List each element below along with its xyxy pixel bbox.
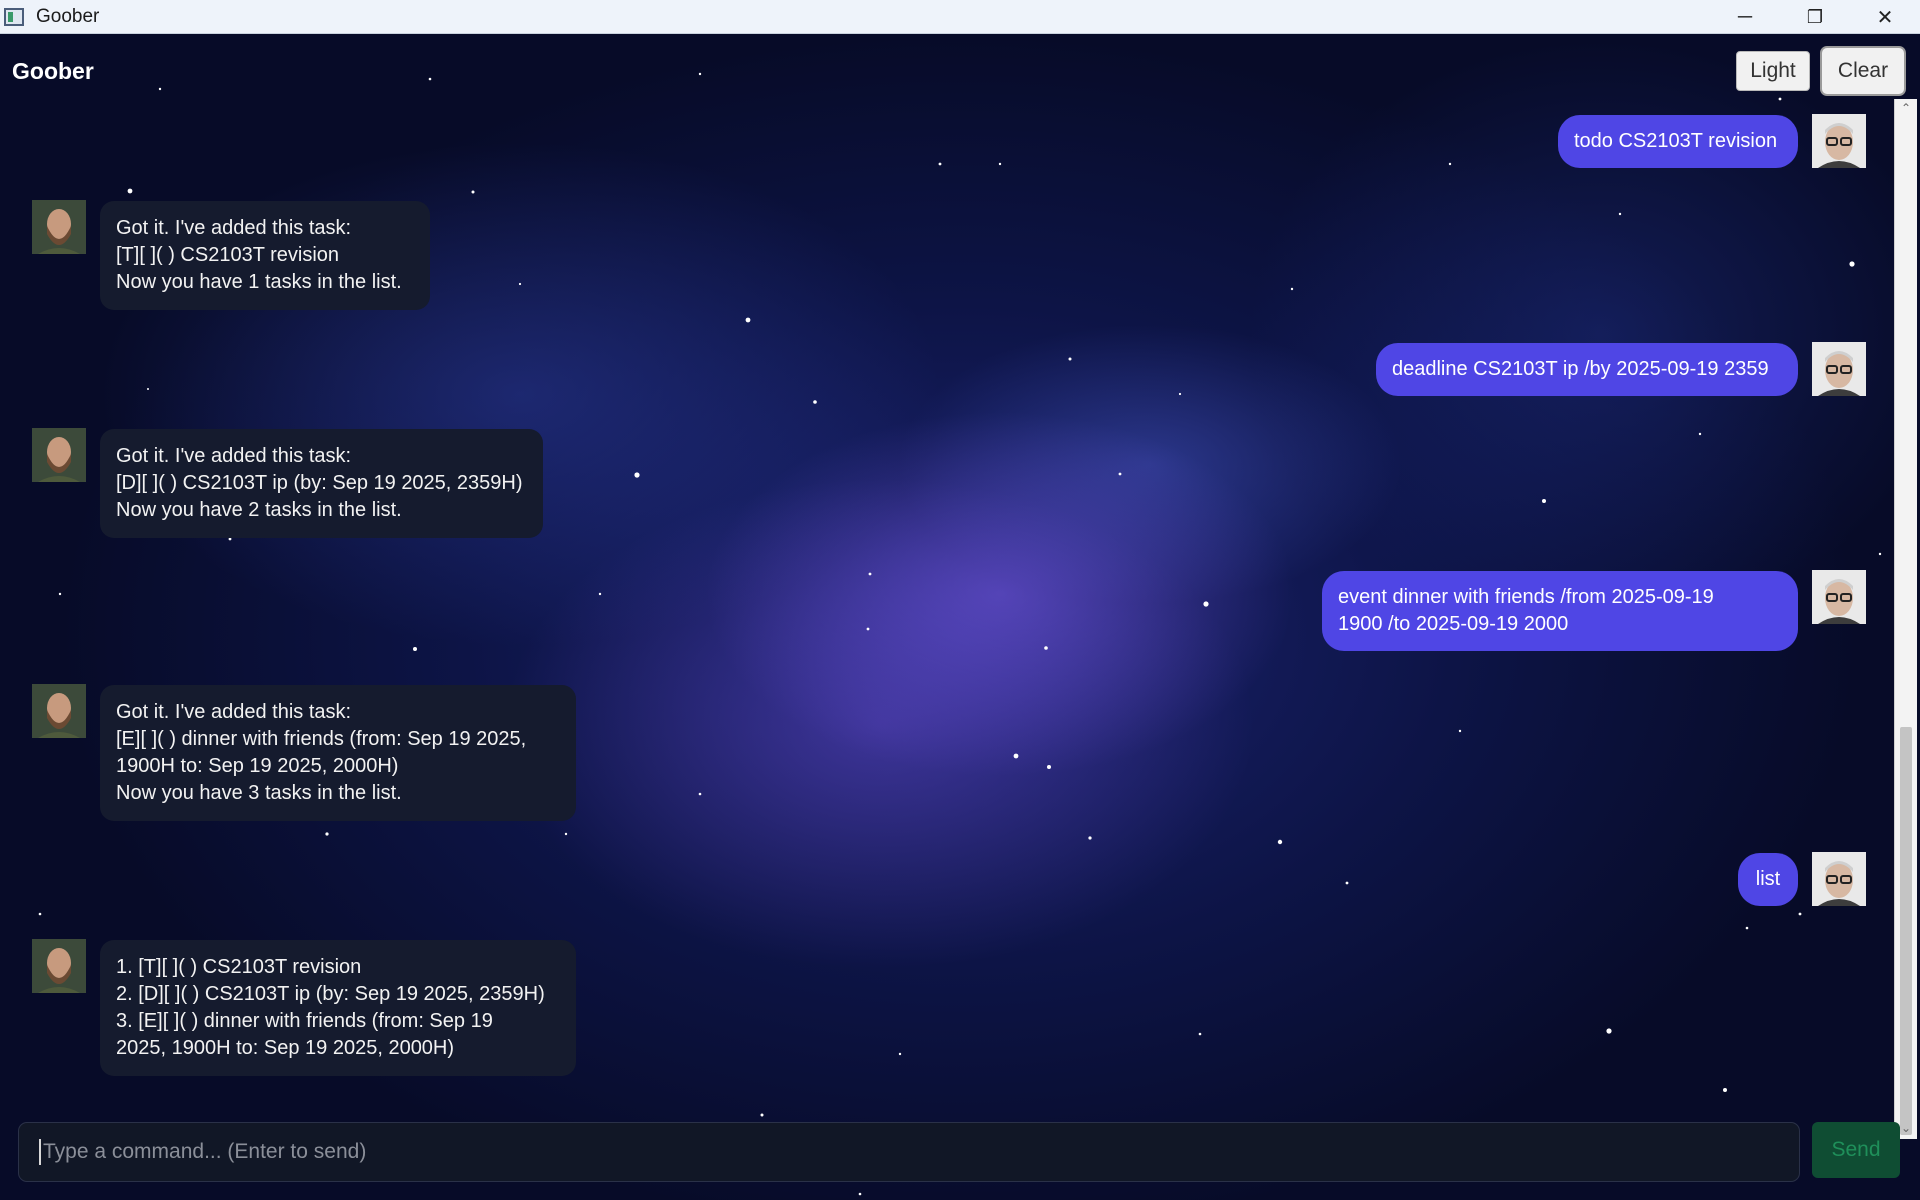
user-message: event dinner with friends /from 2025-09-… xyxy=(1322,571,1798,651)
scrollbar-thumb[interactable] xyxy=(1900,727,1912,1135)
window-title: Goober xyxy=(36,5,100,27)
message-text: Now you have 2 tasks in the list. xyxy=(116,499,402,521)
user-avatar xyxy=(1812,114,1866,168)
message-text: 1900H to: Sep 19 2025, 2000H) xyxy=(116,755,399,777)
message-text: 3. [E][ ]( ) dinner with friends (from: … xyxy=(116,1010,493,1032)
message-text: [E][ ]( ) dinner with friends (from: Sep… xyxy=(116,728,527,750)
bot-avatar xyxy=(32,939,86,993)
user-message: list xyxy=(1738,853,1798,906)
user-avatar xyxy=(1812,342,1866,396)
bot-message: Got it. I've added this task: [D][ ]( ) … xyxy=(100,429,543,538)
scroll-down-icon[interactable]: ⌄ xyxy=(1899,1121,1913,1135)
message-text: deadline CS2103T ip /by 2025-09-19 2359 xyxy=(1392,358,1769,380)
app-name: Goober xyxy=(12,58,94,84)
message-text: Got it. I've added this task: xyxy=(116,445,352,467)
command-input[interactable] xyxy=(39,1139,1799,1165)
message-text: [D][ ]( ) CS2103T ip (by: Sep 19 2025, 2… xyxy=(116,472,523,494)
light-theme-button[interactable]: Light xyxy=(1736,51,1810,91)
clear-button[interactable]: Clear xyxy=(1820,46,1906,96)
bot-message: Got it. I've added this task: [E][ ]( ) … xyxy=(100,685,576,821)
send-button[interactable]: Send xyxy=(1812,1122,1900,1178)
restore-icon[interactable]: ❐ xyxy=(1780,0,1850,34)
message-text: Now you have 3 tasks in the list. xyxy=(116,782,402,804)
bot-avatar xyxy=(32,200,86,254)
user-avatar xyxy=(1812,570,1866,624)
user-message: todo CS2103T revision xyxy=(1558,115,1798,168)
message-text: 1. [T][ ]( ) CS2103T revision xyxy=(116,956,362,978)
message-text: Got it. I've added this task: xyxy=(116,701,352,723)
message-text: Now you have 1 tasks in the list. xyxy=(116,271,402,293)
message-text: [T][ ]( ) CS2103T revision xyxy=(116,244,340,266)
user-avatar xyxy=(1812,852,1866,906)
message-text: 2025, 1900H to: Sep 19 2025, 2000H) xyxy=(116,1037,455,1059)
bot-avatar xyxy=(32,684,86,738)
message-text: todo CS2103T revision xyxy=(1574,130,1778,152)
user-message: deadline CS2103T ip /by 2025-09-19 2359 xyxy=(1376,343,1798,396)
message-text: 1900 /to 2025-09-19 2000 xyxy=(1338,613,1569,635)
minimize-icon[interactable]: ─ xyxy=(1710,0,1780,34)
window-controls: ─ ❐ ✕ xyxy=(1710,0,1920,34)
bot-message: Got it. I've added this task: [T][ ]( ) … xyxy=(100,201,430,310)
message-text: list xyxy=(1755,868,1781,890)
scroll-up-icon[interactable]: ⌃ xyxy=(1899,101,1913,115)
bot-message: 1. [T][ ]( ) CS2103T revision 2. [D][ ](… xyxy=(100,940,576,1076)
close-icon[interactable]: ✕ xyxy=(1850,0,1920,34)
chat-window: Goober Light Clear ⌃ ⌄ todo CS2103T revi… xyxy=(0,34,1920,1200)
app-icon xyxy=(4,7,24,26)
message-text: event dinner with friends /from 2025-09-… xyxy=(1338,586,1714,608)
message-text: 2. [D][ ]( ) CS2103T ip (by: Sep 19 2025… xyxy=(116,983,545,1005)
message-text: Got it. I've added this task: xyxy=(116,217,352,239)
scrollbar[interactable]: ⌃ ⌄ xyxy=(1894,99,1917,1139)
command-input-container xyxy=(18,1122,1800,1182)
title-bar: Goober ─ ❐ ✕ xyxy=(0,0,1920,34)
bot-avatar xyxy=(32,428,86,482)
